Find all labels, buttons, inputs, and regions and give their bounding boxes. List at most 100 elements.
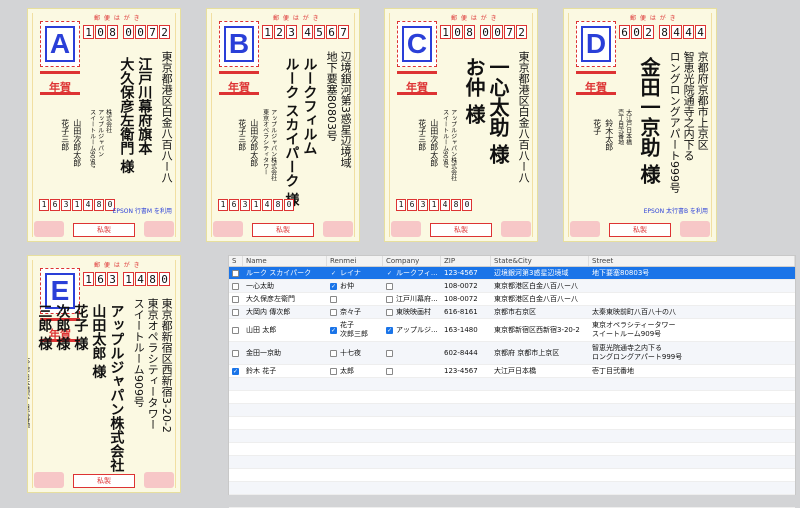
- address-line: 京都府京都市上京区: [696, 51, 710, 150]
- s-checkbox[interactable]: [232, 295, 239, 303]
- company-checkbox[interactable]: [386, 349, 393, 357]
- sender-company: 株式会社: [104, 109, 112, 133]
- name-cell: ルーク スカイパーク: [246, 268, 312, 277]
- s-checkbox[interactable]: [232, 349, 239, 357]
- renmei-checkbox[interactable]: [330, 367, 337, 375]
- company-cell: [383, 282, 441, 290]
- name-cell: 一心太助: [246, 281, 274, 290]
- street-value: 智恵光院通寺之内下る: [592, 344, 662, 352]
- sender-zip-digit: 3: [240, 199, 250, 211]
- sender-company: 大江戸日本橋壱丁目弐番地: [27, 356, 30, 428]
- zip-digit: 0: [631, 25, 642, 39]
- renmei-checkbox[interactable]: ✓: [330, 326, 337, 334]
- sender-company: アップルジャパン株式会社: [269, 109, 277, 181]
- sender-name: 鈴木: [604, 119, 614, 135]
- company-checkbox[interactable]: [386, 295, 393, 303]
- status-cell[interactable]: [229, 349, 243, 357]
- street-cell: 東京オペラシティータワー スイートルーム909号: [589, 321, 795, 339]
- card-letter: C: [402, 26, 432, 62]
- card-bottom: 私製: [391, 219, 531, 237]
- postcard-c[interactable]: 郵 便 は が き C 年賀 1 0 8 0 0 7 2 東京都港区白金八百八ー八 一心太助 様お仲 …: [384, 8, 538, 242]
- stamp-box: C: [397, 21, 437, 67]
- zip-sep: [655, 25, 658, 39]
- card-letter: A: [45, 26, 75, 62]
- sender-company: スイートルーム909号: [441, 109, 449, 169]
- status-cell[interactable]: [229, 282, 243, 290]
- table-row[interactable]: 一心太助 ✓ お仲 108-0072 東京都港区白金八百八ー八: [229, 280, 795, 293]
- header-s[interactable]: S: [229, 256, 243, 266]
- zip-digit: 5: [314, 25, 325, 39]
- company-checkbox[interactable]: [386, 367, 393, 375]
- renmei-checkbox[interactable]: [330, 349, 337, 357]
- header-street[interactable]: Street: [589, 256, 795, 266]
- font-note: EPSON 行書M を利用: [112, 208, 172, 215]
- renmei-value: 花子: [340, 321, 354, 329]
- company-checkbox[interactable]: ✓: [386, 326, 393, 334]
- private-label: 私製: [252, 223, 314, 237]
- header-renmei[interactable]: Renmei: [327, 256, 383, 266]
- private-label: 私製: [609, 223, 671, 237]
- address-line: 辺境銀河第3惑星辺境域: [339, 51, 353, 168]
- s-checkbox[interactable]: [232, 326, 239, 334]
- postcard-d[interactable]: 郵 便 は が き D 年賀 6 0 2 8 4 4 4 京都府京都市上京区 智恵光院通寺之内下る ロン…: [563, 8, 717, 242]
- s-checkbox[interactable]: ✓: [232, 367, 239, 375]
- header-state-city[interactable]: State&City: [491, 256, 589, 266]
- table-row[interactable]: ✓ 鈴木 花子 太郎 123-4567 大江戸日本橋 壱丁目弐番地: [229, 365, 795, 378]
- header-zip[interactable]: ZIP: [441, 256, 491, 266]
- address-table[interactable]: S Name Renmei Company ZIP State&City Str…: [228, 255, 796, 508]
- zip-digit: 6: [619, 25, 630, 39]
- postcard-a[interactable]: 郵 便 は が き A 年賀 1 0 8 0 0 7 2 東京都港区白金八百八ー八 江戸川幕府旗本 大久…: [27, 8, 181, 242]
- table-row[interactable]: ルーク スカイパーク ✓ レイナ ✓ ルークフィ... 123-4567 辺境銀河第3惑星辺…: [229, 267, 795, 280]
- recipient-name: 次郎 様: [54, 304, 71, 351]
- company-checkbox[interactable]: ✓: [386, 269, 393, 277]
- s-checkbox[interactable]: [232, 282, 239, 290]
- renmei-checkbox[interactable]: ✓: [330, 269, 337, 277]
- zip-cell: 108-0072: [444, 294, 478, 303]
- company-checkbox[interactable]: [386, 308, 393, 316]
- company-cell: ✓ ルークフィ...: [383, 269, 441, 278]
- zip-digit: 8: [147, 272, 158, 286]
- nenga-label: 年賀: [228, 81, 250, 94]
- zip-boxes: 1234567: [261, 25, 349, 39]
- header-name[interactable]: Name: [243, 256, 327, 266]
- address-line: ロングロングアパート999号: [668, 51, 682, 193]
- renmei-checkbox[interactable]: [330, 308, 337, 316]
- status-cell[interactable]: [229, 295, 243, 303]
- postcard-e[interactable]: 郵 便 は が き E 年賀 1 6 3 1 4 8 0 東京都新宿区西新宿3-20-2 東京オペラシ…: [27, 255, 181, 493]
- table-row[interactable]: 金田一京助 十七夜 602-8444 京都府 京都市上京区 智恵光院通寺之内下る ロングロ…: [229, 342, 795, 365]
- bottom-right-mark: [144, 221, 174, 237]
- zip-digit: 0: [452, 25, 463, 39]
- table-row[interactable]: 大久保彦左衛門 江戸川幕府... 108-0072 東京都港区白金八百八ー八: [229, 293, 795, 306]
- renmei-values: レイナ: [340, 269, 361, 278]
- table-row[interactable]: 山田 太郎 ✓ 花子 次郎三郎 ✓ アップルジ... 163-1480 東京都新宿区西新宿3-…: [229, 319, 795, 342]
- bottom-right-mark: [680, 221, 710, 237]
- company-checkbox[interactable]: [386, 282, 393, 290]
- sender-name: 三郎: [417, 135, 427, 151]
- sender-zip-digit: 1: [39, 199, 49, 211]
- status-cell[interactable]: [229, 308, 243, 316]
- company-cell: 江戸川幕府...: [383, 295, 441, 304]
- street-cell: 智恵光院通寺之内下る ロングロングアパート999号: [589, 344, 795, 362]
- zip-digit: 8: [659, 25, 670, 39]
- sender-name: 次郎: [429, 135, 439, 151]
- zip-boxes: 1631480: [82, 272, 170, 286]
- header-company[interactable]: Company: [383, 256, 441, 266]
- renmei-checkbox[interactable]: ✓: [330, 282, 337, 290]
- s-checkbox[interactable]: [232, 308, 239, 316]
- sender-zip-digit: 3: [61, 199, 71, 211]
- address-line: 東京都港区白金八百八ー八: [160, 51, 174, 183]
- postcard-b[interactable]: 郵 便 は が き B 年賀 1 2 3 4 5 6 7 辺境銀河第3惑星辺境域 地下要塞80803号…: [206, 8, 360, 242]
- bottom-right-mark: [323, 221, 353, 237]
- renmei-checkbox[interactable]: [330, 295, 337, 303]
- status-cell[interactable]: ✓: [229, 367, 243, 375]
- sender-zip-digit: 6: [50, 199, 60, 211]
- zip-digit: 6: [326, 25, 337, 39]
- address-line: 智恵光院通寺之内下る: [682, 51, 696, 161]
- recipient-name: ルーク スカイパーク 様: [283, 57, 300, 207]
- status-cell[interactable]: [229, 326, 243, 334]
- card-bottom: 私製: [34, 219, 174, 237]
- renmei-cell: 太郎: [327, 367, 383, 376]
- status-cell[interactable]: [229, 269, 243, 277]
- table-row[interactable]: 大岡内 傳次郎 奈々子 東映映画村 616-8161 京都市右京区 太秦東映前町八百八十の…: [229, 306, 795, 319]
- s-checkbox[interactable]: [232, 269, 239, 277]
